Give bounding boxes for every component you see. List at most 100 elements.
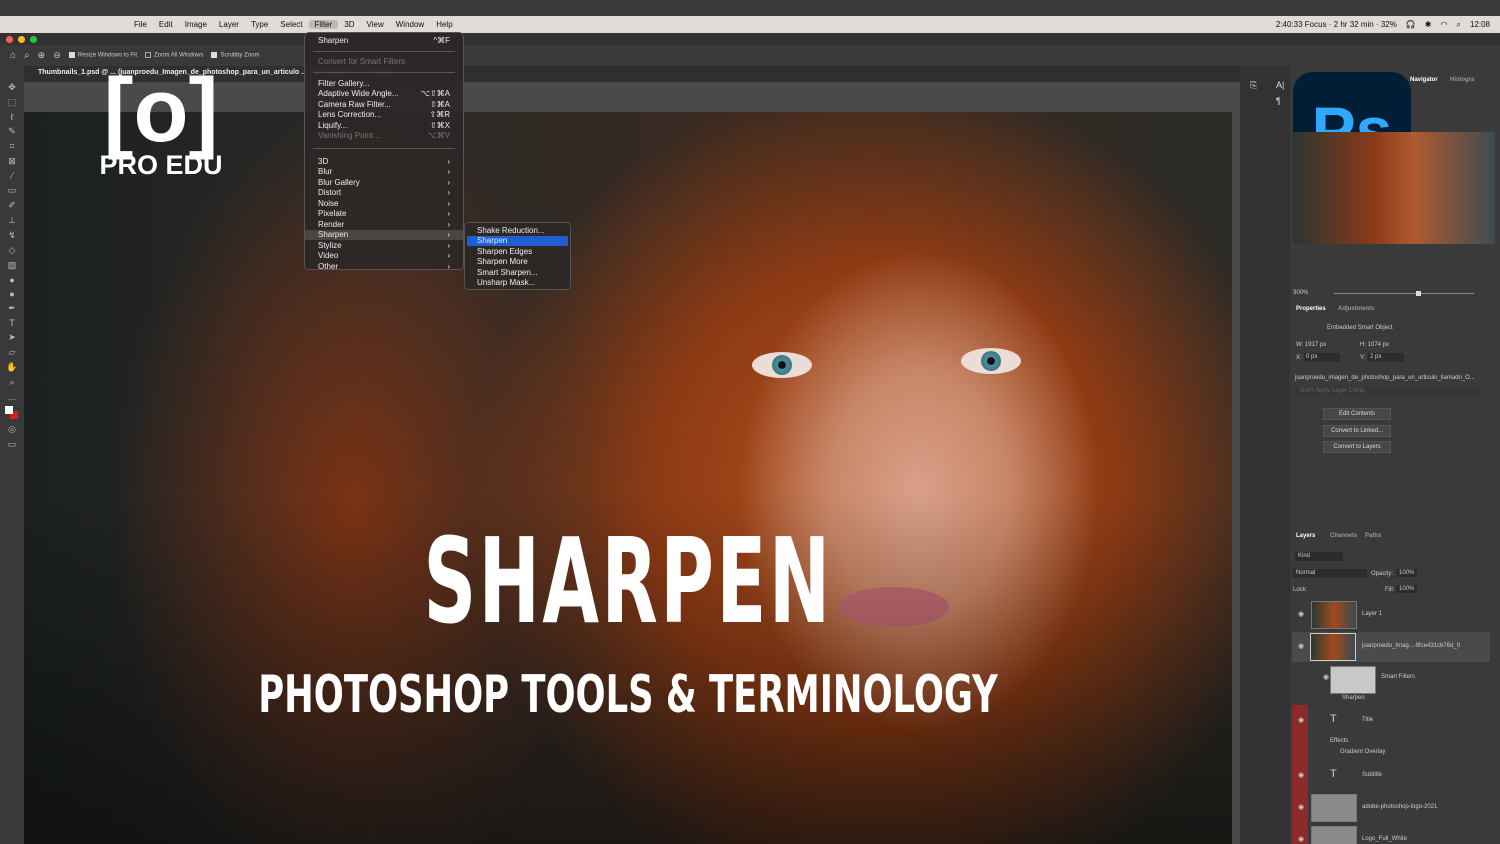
move-tool-icon[interactable]: ✥ [8,82,16,93]
visibility-icon[interactable]: ◉ [1298,771,1304,779]
menu-item-last-filter[interactable]: Sharpen ^⌘F [305,35,463,46]
hand-tool-icon[interactable]: ✋ [6,362,17,373]
menu-type[interactable]: Type [245,20,274,29]
edit-contents-button[interactable]: Edit Contents [1323,408,1391,420]
minimize-button[interactable] [18,36,25,43]
paragraph-icon[interactable]: ¶ [1276,96,1281,106]
fill-input[interactable]: 100% [1396,585,1418,593]
smart-filter-sharpen[interactable]: Sharpen [1342,695,1365,701]
zoom-tool-icon[interactable]: ⌕ [24,50,30,61]
focus-status[interactable]: 2:40:33 Focus · 2 hr 32 min · 32% [1276,20,1397,29]
type-tool-icon[interactable]: T [9,318,15,328]
menu-item-stylize[interactable]: Stylize › [305,240,463,251]
layer-row[interactable]: ◉ T Subtitle [1292,765,1490,790]
zoom-slider[interactable] [1334,291,1474,296]
layer-comp-select[interactable]: Don't Apply Layer Comp [1296,387,1482,396]
tab-properties[interactable]: Properties [1296,306,1326,312]
visibility-icon[interactable]: ◉ [1298,610,1304,618]
clock[interactable]: 12:08 [1470,20,1490,29]
submenu-item-smart-sharpen[interactable]: Smart Sharpen... [465,267,570,278]
maximize-button[interactable] [30,36,37,43]
menu-item-filter-gallery[interactable]: Filter Gallery... [305,78,463,89]
path-select-icon[interactable]: ➤ [8,332,16,343]
menu-item-pixelate[interactable]: Pixelate › [305,209,463,220]
submenu-item-sharpen[interactable]: Sharpen [467,235,568,246]
search-icon[interactable]: ⌕ [1456,20,1460,30]
menu-file[interactable]: File [128,20,153,29]
opacity-input[interactable]: 100% [1396,569,1418,577]
character-icon[interactable]: A| [1276,80,1284,90]
document-canvas[interactable]: SHARPEN PHOTOSHOP TOOLS & TERMINOLOGY [24,112,1232,844]
marquee-tool-icon[interactable]: ⬚ [8,97,17,108]
menu-window[interactable]: Window [390,20,430,29]
visibility-icon[interactable]: ◉ [1323,673,1329,681]
quick-select-icon[interactable]: ✎ [8,126,16,137]
menu-view[interactable]: View [361,20,390,29]
menu-item-adaptive-wide-angle[interactable]: Adaptive Wide Angle... ⌥⇧⌘A [305,89,463,100]
zoom-all-checkbox[interactable]: Zoom All Windows [145,52,203,59]
visibility-icon[interactable]: ◉ [1298,803,1304,811]
menu-item-3d[interactable]: 3D › [305,156,463,167]
menu-item-liquify[interactable]: Liquify... ⇧⌘X [305,120,463,131]
scrubby-zoom-checkbox[interactable]: Scrubby Zoom [211,52,259,59]
crop-tool-icon[interactable]: ⌗ [9,141,14,152]
menu-item-distort[interactable]: Distort › [305,188,463,199]
history-brush-icon[interactable]: ↯ [8,230,16,241]
bluetooth-icon[interactable]: ✱ [1425,20,1432,29]
submenu-item-unsharp-mask[interactable]: Unsharp Mask... [465,278,570,289]
navigator-preview[interactable] [1293,132,1495,244]
menu-item-video[interactable]: Video › [305,251,463,262]
pen-tool-icon[interactable]: ✒ [8,303,16,314]
kind-filter[interactable]: Kind [1295,552,1343,561]
close-button[interactable] [6,36,13,43]
gradient-icon[interactable]: ▨ [8,260,17,271]
layer-row[interactable]: ◉ Logo_Full_White [1292,825,1490,844]
visibility-icon[interactable]: ◉ [1298,835,1304,843]
convert-to-layers-button[interactable]: Convert to Layers [1323,441,1391,453]
effect-gradient-overlay[interactable]: Gradient Overlay [1340,749,1385,755]
menu-item-lens-correction[interactable]: Lens Correction... ⇧⌘R [305,110,463,121]
zoom-tool-icon[interactable]: ⌕ [9,377,14,388]
menu-item-blur[interactable]: Blur › [305,167,463,178]
layer-row[interactable]: ◉ adobe-photoshop-logo-2021 [1292,793,1490,823]
tab-histogram[interactable]: Histogra [1450,77,1474,83]
menu-item-other[interactable]: Other › [305,261,463,272]
eraser-icon[interactable]: ◇ [9,245,16,256]
tab-adjustments[interactable]: Adjustments [1338,306,1374,312]
zoom-in-icon[interactable]: ⊕ [38,50,46,61]
tab-paths[interactable]: Paths [1365,533,1381,539]
history-icon[interactable]: ⎘ [1250,80,1257,91]
more-tools-icon[interactable]: … [8,392,17,402]
shape-tool-icon[interactable]: ▱ [9,347,16,358]
zoom-out-icon[interactable]: ⊖ [53,50,61,61]
layer-row[interactable]: ◉ T Title Effects Gradient Overlay [1292,710,1490,765]
dodge-tool-icon[interactable]: ● [9,289,14,299]
blend-mode-select[interactable]: Normal [1293,569,1367,578]
brush-tool-icon[interactable]: ✐ [8,200,16,211]
color-swatches[interactable] [5,406,19,420]
menu-help[interactable]: Help [430,20,458,29]
healing-icon[interactable]: ▭ [8,185,17,196]
menu-3d[interactable]: 3D [338,20,360,29]
menu-select[interactable]: Select [274,20,308,29]
lasso-tool-icon[interactable]: ℓ [11,112,14,122]
resize-windows-checkbox[interactable]: Resize Windows to Fit [68,52,137,59]
submenu-item-sharpen-edges[interactable]: Sharpen Edges [465,246,570,257]
y-input[interactable]: 2 px [1368,353,1404,362]
tab-navigator[interactable]: Navigator [1410,77,1438,83]
visibility-icon[interactable]: ◉ [1298,716,1304,724]
layer-row-selected[interactable]: ◉ juanproedu_Imag...-9fce431cb76d_0 [1292,632,1490,662]
submenu-item-sharpen-more[interactable]: Sharpen More [465,257,570,268]
stamp-tool-icon[interactable]: ⊥ [8,215,16,226]
navigator-zoom[interactable]: 300% [1293,290,1308,296]
screen-mode-icon[interactable]: ▭ [8,439,17,450]
menu-item-blur-gallery[interactable]: Blur Gallery › [305,177,463,188]
menu-filter[interactable]: Filter [308,20,339,29]
menu-item-noise[interactable]: Noise › [305,198,463,209]
menu-item-render[interactable]: Render › [305,219,463,230]
smart-filters-row[interactable]: ◉ Smart Filters Sharpen [1292,665,1490,705]
menu-layer[interactable]: Layer [213,20,245,29]
frame-tool-icon[interactable]: ⊠ [8,156,16,167]
quick-mask-icon[interactable]: ◎ [8,424,16,435]
layer-row[interactable]: ◉ Layer 1 [1292,600,1490,630]
